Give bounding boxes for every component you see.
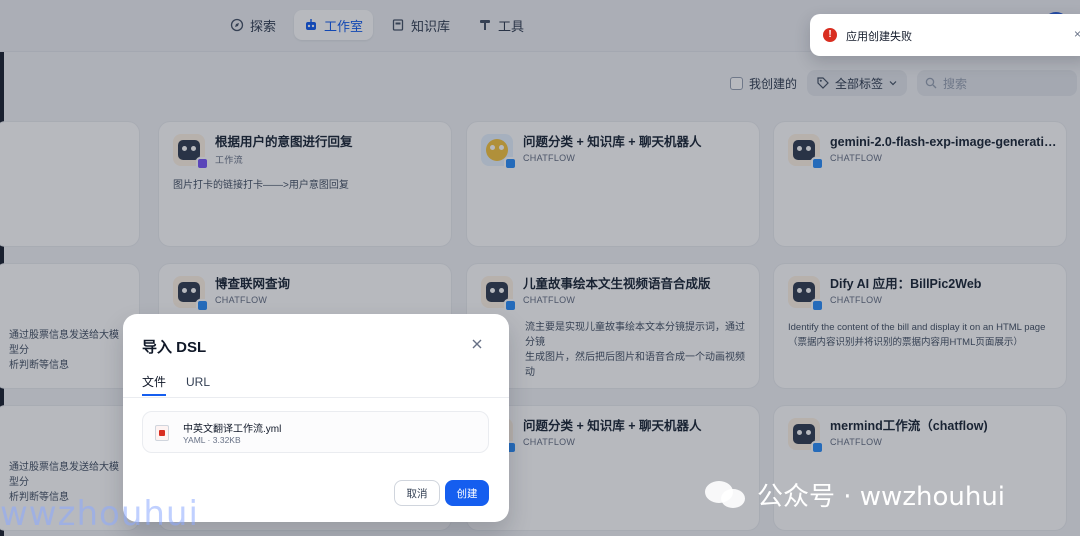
yaml-file-icon <box>155 425 169 441</box>
tab-divider <box>123 397 509 398</box>
tab-url[interactable]: URL <box>186 374 210 396</box>
create-button[interactable]: 创建 <box>445 480 489 506</box>
toast-message: 应用创建失败 <box>846 31 912 43</box>
tab-file[interactable]: 文件 <box>142 374 167 396</box>
error-toast: ! 应用创建失败 × <box>810 14 1080 56</box>
import-dsl-dialog: 导入 DSL 文件 URL 中英文翻译工作流.yml YAML · 3.32KB… <box>123 314 509 522</box>
cancel-button[interactable]: 取消 <box>394 480 440 506</box>
file-meta: YAML · 3.32KB <box>183 435 241 445</box>
dialog-title: 导入 DSL <box>142 339 207 356</box>
uploaded-file[interactable]: 中英文翻译工作流.yml YAML · 3.32KB <box>142 411 489 453</box>
file-name: 中英文翻译工作流.yml <box>183 424 282 435</box>
watermark-right: 公众号 · wwzhouhui <box>705 476 1005 513</box>
toast-close-icon[interactable]: × <box>1074 27 1080 41</box>
error-icon: ! <box>823 28 837 42</box>
wechat-logo-icon <box>705 479 747 511</box>
watermark-text: 公众号 · wwzhouhui <box>757 482 1006 512</box>
watermark-left: wwzhouhui <box>0 494 199 534</box>
close-icon[interactable] <box>471 338 483 354</box>
import-tabs: 文件 URL <box>142 374 210 396</box>
